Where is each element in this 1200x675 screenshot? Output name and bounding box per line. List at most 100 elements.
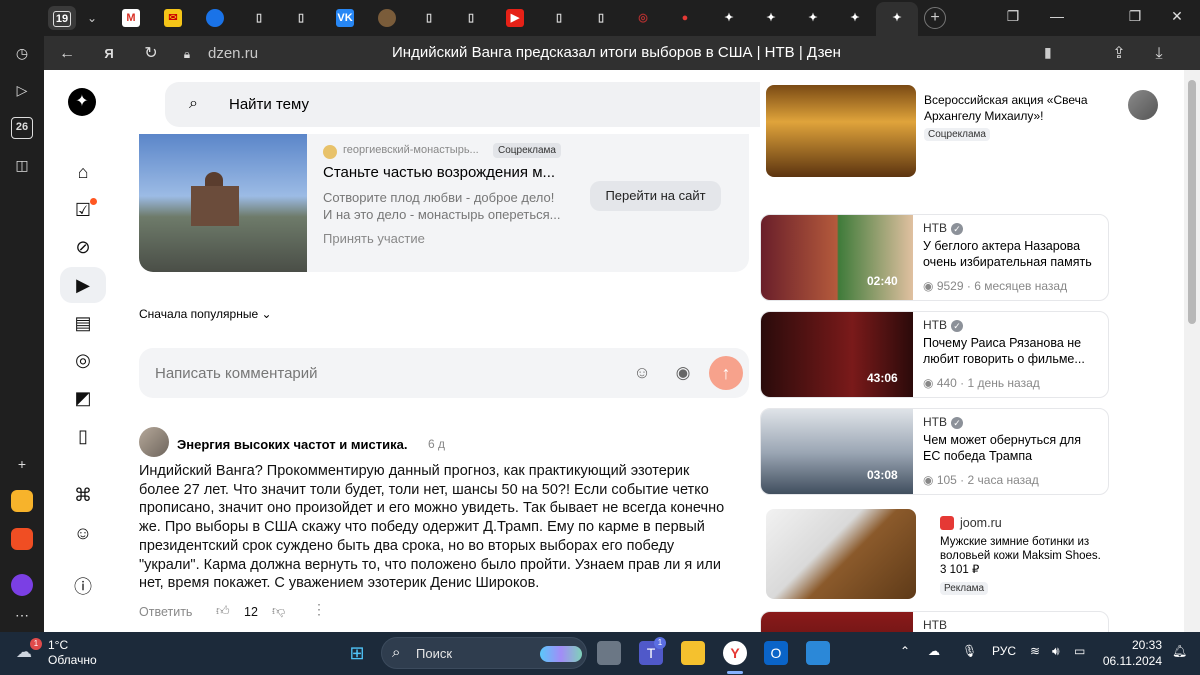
explore-icon[interactable]: ⊘: [68, 232, 98, 262]
app-icon[interactable]: [11, 490, 33, 512]
emoji-icon[interactable]: ☺: [631, 362, 653, 384]
close-button[interactable]: ✕: [1166, 8, 1188, 25]
document-tab-icon[interactable]: ▯: [250, 9, 268, 27]
weather-temp[interactable]: 1°C: [48, 638, 68, 652]
weather-desc[interactable]: Облачно: [48, 653, 97, 667]
dzen-tab-icon[interactable]: ✦: [762, 9, 780, 27]
video-title[interactable]: Почему Раиса Рязанова не любит говорить …: [923, 336, 1101, 367]
add-icon[interactable]: +: [11, 453, 33, 475]
ad-title[interactable]: Станьте частью возрождения м...: [323, 164, 563, 181]
video-source[interactable]: НТВ ✓: [923, 415, 963, 429]
home-icon[interactable]: ⌂: [68, 157, 98, 187]
onedrive-icon[interactable]: ☁: [928, 644, 940, 658]
shop-ad-card[interactable]: joom.ru Мужские зимние ботинки из воловь…: [760, 505, 1109, 602]
site-tab-icon[interactable]: [378, 9, 396, 27]
alice-icon[interactable]: [11, 574, 33, 596]
minimize-button[interactable]: —: [1046, 8, 1068, 24]
url-text[interactable]: dzen.ru: [208, 45, 258, 62]
video-title[interactable]: У беглого актера Назарова очень избирате…: [923, 239, 1101, 270]
more-options-icon[interactable]: ⋮: [312, 601, 326, 618]
search-input[interactable]: Найти тему: [229, 96, 309, 113]
volume-icon[interactable]: 🔊︎: [1052, 644, 1060, 659]
shop-ad-source[interactable]: joom.ru: [960, 516, 1002, 530]
thumbs-down-icon[interactable]: 👎︎: [272, 603, 285, 619]
shorts-icon[interactable]: ◎: [68, 345, 98, 375]
lock-icon[interactable]: 🔒︎: [176, 43, 198, 65]
document-tab-icon[interactable]: ▯: [592, 9, 610, 27]
screenshot-icon[interactable]: ◫: [11, 154, 33, 176]
history-icon[interactable]: ◷: [11, 42, 33, 64]
video-card[interactable]: 43:06 НТВ ✓ Почему Раиса Рязанова не люби…: [760, 311, 1109, 398]
notifications-icon[interactable]: 🔔︎: [1172, 644, 1187, 658]
scrollbar-thumb[interactable]: [1188, 80, 1196, 324]
tab-manager-icon[interactable]: ❐: [1002, 8, 1024, 25]
yandex-logo-icon[interactable]: Я: [98, 43, 120, 65]
vk-tab-icon[interactable]: VK: [336, 9, 354, 27]
play-icon[interactable]: ▷: [11, 79, 33, 101]
ad-cta-button[interactable]: Перейти на сайт: [590, 181, 721, 211]
send-button[interactable]: ↑: [709, 356, 743, 390]
language-indicator[interactable]: РУС: [992, 644, 1016, 658]
tab-counter-button[interactable]: 19: [48, 6, 76, 30]
ad-card[interactable]: георгиевский-монастырь... Соцреклама Ста…: [139, 134, 749, 272]
page-scrollbar[interactable]: [1184, 70, 1200, 632]
games-icon[interactable]: ⌘: [68, 480, 98, 510]
ad-source[interactable]: георгиевский-монастырь...: [343, 144, 479, 156]
clock[interactable]: 20:33 06.11.2024: [1102, 637, 1162, 669]
task-view-icon[interactable]: [597, 641, 621, 665]
youtube-tab-icon[interactable]: ▶: [506, 9, 524, 27]
download-icon[interactable]: ⤓: [1148, 43, 1170, 65]
wifi-icon[interactable]: ≋: [1030, 644, 1040, 658]
calendar-icon[interactable]: 26: [11, 117, 33, 139]
store-icon[interactable]: [806, 641, 830, 665]
comment-avatar[interactable]: [139, 427, 169, 457]
video-title[interactable]: Чем может обернуться для ЕС победа Трамп…: [923, 433, 1101, 464]
taskbar-search[interactable]: ⌕ Поиск: [381, 637, 587, 669]
battery-icon[interactable]: ▭: [1074, 644, 1085, 658]
comment-author[interactable]: Энергия высоких частот и мистика.: [177, 437, 407, 452]
video-card[interactable]: 02:40 НТВ ✓ У беглого актера Назарова оче…: [760, 214, 1109, 301]
video-source[interactable]: НТВ ✓: [923, 221, 963, 235]
kids-icon[interactable]: ☺: [68, 518, 98, 548]
site-tab-icon[interactable]: [206, 9, 224, 27]
site-tab-icon[interactable]: ◎: [634, 9, 652, 27]
reply-button[interactable]: Ответить: [139, 605, 192, 619]
video-card[interactable]: НТВ: [760, 611, 1109, 632]
dzen-logo-icon[interactable]: ✦: [68, 88, 96, 116]
microphone-icon[interactable]: 🎙︎: [962, 644, 977, 658]
bookmark-nav-icon[interactable]: ▯: [68, 421, 98, 451]
video-source[interactable]: НТВ: [923, 618, 947, 632]
video-card[interactable]: 03:08 НТВ ✓ Чем может обернуться для ЕС п…: [760, 408, 1109, 495]
ad-image[interactable]: [139, 134, 307, 272]
windows-start-icon[interactable]: ⊞: [345, 641, 369, 665]
tv-icon[interactable]: ◩: [68, 383, 98, 413]
maximize-button[interactable]: ❐: [1124, 8, 1146, 25]
file-explorer-icon[interactable]: [681, 641, 705, 665]
mail-tab-icon[interactable]: ✉: [164, 9, 182, 27]
reload-icon[interactable]: ↻: [140, 43, 162, 65]
tab-list-chevron-icon[interactable]: ⌄: [80, 6, 104, 30]
camera-icon[interactable]: ◉: [672, 362, 694, 384]
document-tab-icon[interactable]: ▯: [550, 9, 568, 27]
document-tab-icon[interactable]: ▯: [420, 9, 438, 27]
back-arrow-icon[interactable]: ←: [56, 43, 78, 65]
related-ad-card[interactable]: Всероссийская акция «Свеча Архангелу Мих…: [760, 70, 1109, 202]
taskbar-search-input[interactable]: Поиск: [416, 646, 452, 661]
sort-dropdown[interactable]: Сначала популярные ⌄: [139, 307, 272, 321]
gmail-tab-icon[interactable]: M: [122, 9, 140, 27]
comment-input[interactable]: Написать комментарий: [155, 365, 318, 382]
info-icon[interactable]: ⓘ: [68, 572, 98, 602]
video-icon[interactable]: ▶: [68, 270, 98, 300]
maps-tab-icon[interactable]: ●: [676, 9, 694, 27]
user-avatar[interactable]: [1128, 90, 1158, 120]
comment-input-box[interactable]: Написать комментарий ☺ ◉ ↑: [139, 348, 749, 398]
dzen-tab-icon[interactable]: ✦: [720, 9, 738, 27]
mail-app-icon[interactable]: [11, 528, 33, 550]
new-tab-button[interactable]: +: [924, 7, 946, 29]
dzen-tab-icon[interactable]: ✦: [846, 9, 864, 27]
share-icon[interactable]: ⇪: [1108, 43, 1130, 65]
ad-join-link[interactable]: Принять участие: [323, 231, 425, 246]
tray-chevron-icon[interactable]: ⌃: [900, 644, 910, 658]
articles-icon[interactable]: ▤: [68, 308, 98, 338]
document-tab-icon[interactable]: ▯: [292, 9, 310, 27]
